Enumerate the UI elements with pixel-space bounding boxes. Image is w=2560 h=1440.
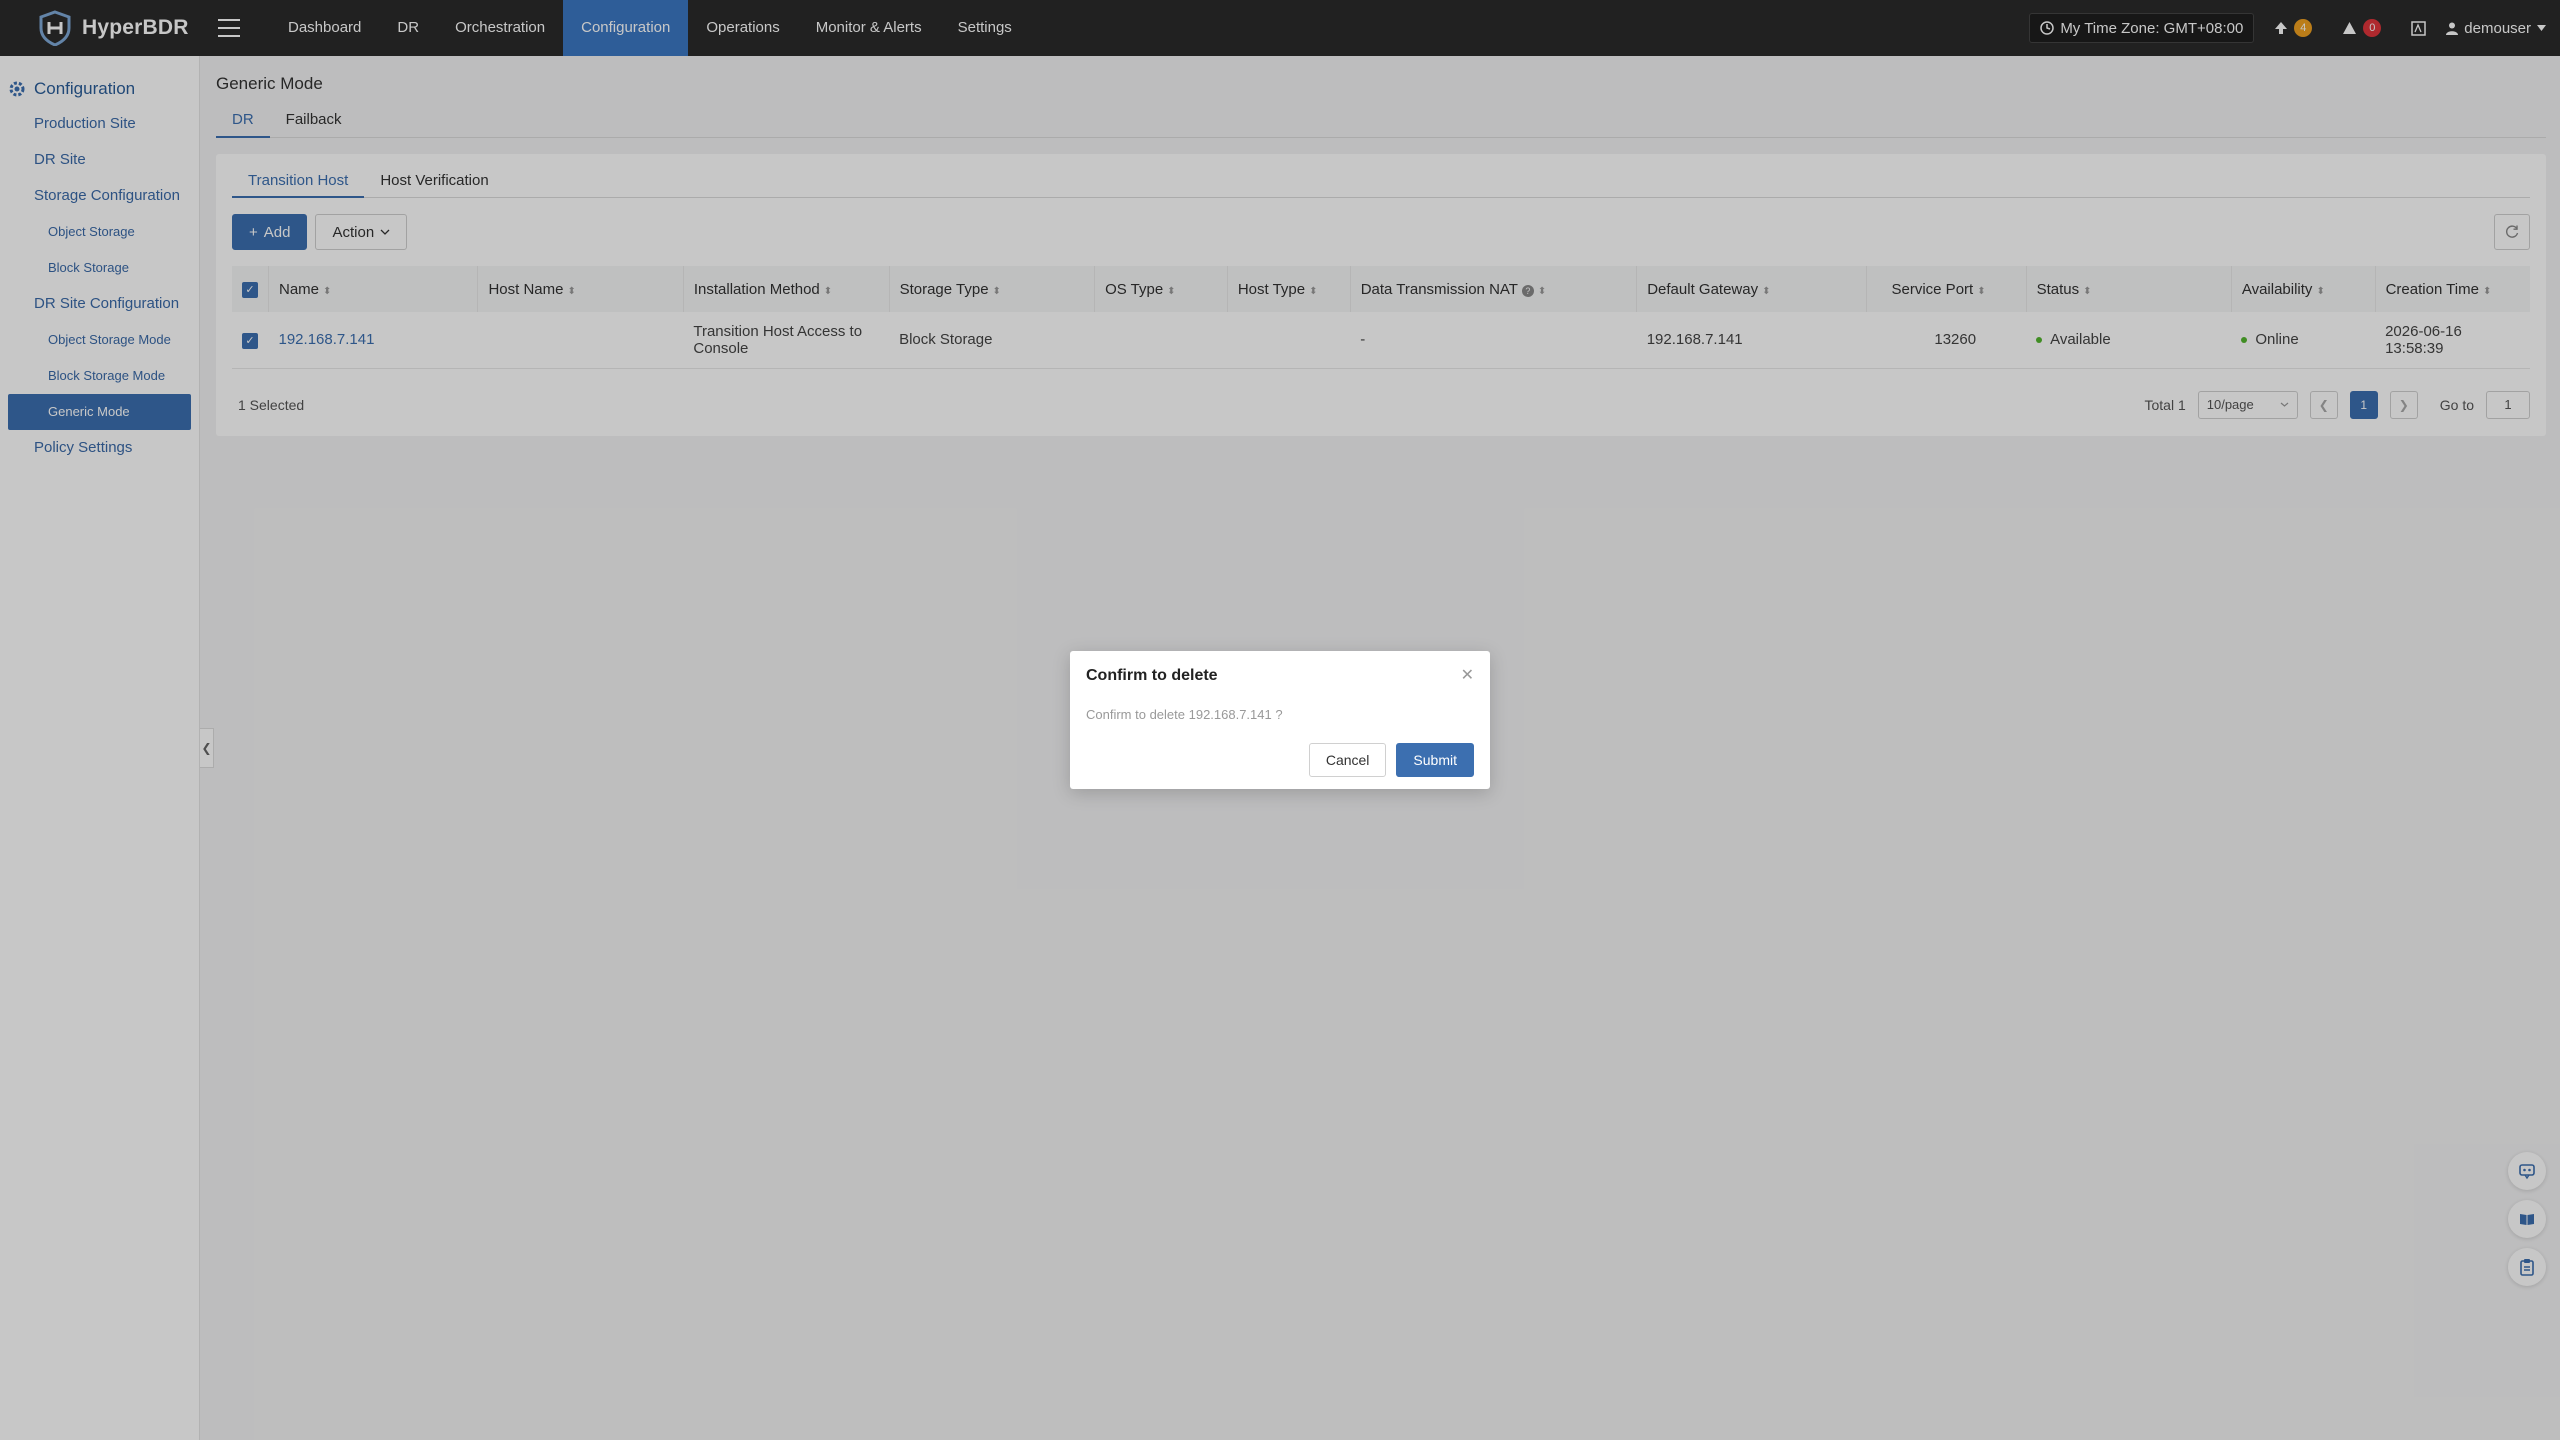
confirm-delete-dialog: Confirm to delete ✕ Confirm to delete 19… (1070, 651, 1490, 789)
cancel-button[interactable]: Cancel (1308, 743, 1387, 777)
dialog-message: Confirm to delete 192.168.7.141 ? (1086, 707, 1283, 722)
close-icon[interactable]: ✕ (1461, 665, 1474, 685)
dialog-title: Confirm to delete (1086, 667, 1218, 684)
submit-button[interactable]: Submit (1396, 743, 1474, 777)
dialog-actions: Cancel Submit (1308, 743, 1474, 777)
